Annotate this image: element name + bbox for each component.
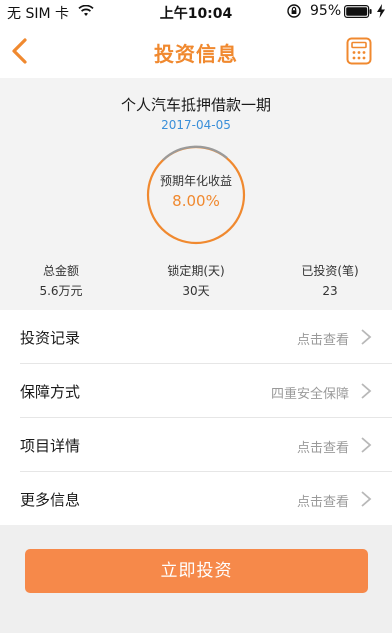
product-summary: 个人汽车抵押借款一期 2017-04-05 预期年化收益 8.00% 总金额 5… [0, 78, 392, 310]
stat-total-amount: 总金额 5.6万元 [1, 262, 121, 300]
page-title: 投资信息 [154, 42, 238, 66]
list-item-label: 保障方式 [20, 383, 81, 401]
status-bar: 无 SIM 卡 上午10:04 95% [0, 0, 392, 24]
stat-invested-count: 已投资(笔) 23 [270, 262, 390, 300]
chevron-right-icon [361, 437, 372, 453]
calculator-icon[interactable] [346, 37, 372, 65]
stat-label: 已投资(笔) [301, 264, 359, 278]
list-item-label: 项目详情 [20, 437, 81, 455]
product-date: 2017-04-05 [161, 118, 231, 132]
list-item-label: 更多信息 [20, 491, 81, 509]
battery-icon [344, 5, 372, 18]
rotation-lock-icon [287, 4, 301, 18]
invest-now-button[interactable]: 立即投资 [25, 549, 368, 593]
chevron-right-icon [361, 491, 372, 507]
list-item-label: 投资记录 [20, 329, 81, 347]
rate-label: 预期年化收益 [159, 174, 232, 188]
stat-value: 30天 [182, 284, 210, 298]
list-item-more-info[interactable]: 更多信息 点击查看 [0, 472, 392, 526]
list-item-investment-records[interactable]: 投资记录 点击查看 [0, 310, 392, 364]
stat-value: 23 [322, 284, 338, 298]
list-item-guarantee[interactable]: 保障方式 四重安全保障 [0, 364, 392, 418]
product-name: 个人汽车抵押借款一期 [120, 96, 271, 114]
list-item-action: 点击查看 [296, 495, 349, 510]
list-item-action: 四重安全保障 [270, 387, 349, 402]
list-item-project-details[interactable]: 项目详情 点击查看 [0, 418, 392, 472]
list-item-action: 点击查看 [296, 333, 349, 348]
charging-icon [377, 4, 385, 18]
stat-lock-period: 锁定期(天) 30天 [136, 262, 256, 300]
rate-value: 8.00% [172, 192, 220, 210]
info-list: 投资记录 点击查看 保障方式 四重安全保障 项目详情 点击查看 更多信息 点击查… [0, 310, 392, 525]
nav-bar: 投资信息 [0, 24, 392, 78]
stat-value: 5.6万元 [39, 284, 83, 298]
chevron-right-icon [361, 329, 372, 345]
stat-label: 锁定期(天) [167, 264, 225, 278]
stat-label: 总金额 [42, 264, 79, 278]
list-item-action: 点击查看 [296, 441, 349, 456]
battery-percent: 95% [310, 3, 342, 19]
chevron-right-icon [361, 383, 372, 399]
